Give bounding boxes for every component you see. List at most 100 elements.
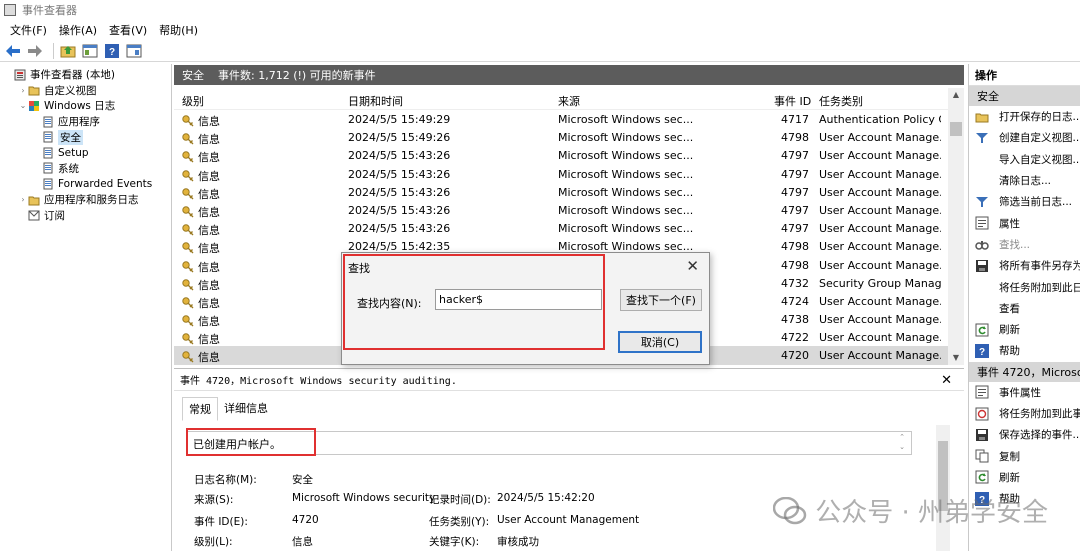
svg-text:?: ? — [979, 347, 985, 358]
tree-item[interactable]: Forwarded Events — [0, 176, 171, 192]
task-category-cell: User Account Manage... — [819, 349, 941, 363]
action-item[interactable]: 刷新 — [969, 319, 1080, 340]
column-level[interactable]: 级别 — [182, 93, 204, 109]
tree-item[interactable]: › 应用程序和服务日志 — [0, 192, 171, 208]
action-item[interactable]: 导入自定义视图... — [969, 149, 1080, 170]
refresh-icon — [975, 323, 989, 337]
blank-icon — [975, 174, 989, 188]
detail-tabs: 常规 详细信息 — [182, 397, 274, 421]
tree-item[interactable]: Setup — [0, 145, 171, 161]
information-key-icon — [182, 278, 194, 291]
show-hide-tree-icon[interactable] — [81, 42, 99, 60]
menu-action[interactable]: 操作(A) — [53, 22, 103, 38]
description-scroll-arrows-icon[interactable]: ⌃ ⌄ — [899, 432, 905, 452]
action-item[interactable]: 属性 — [969, 212, 1080, 233]
action-item[interactable]: 筛选当前日志... — [969, 191, 1080, 212]
menu-view[interactable]: 查看(V) — [103, 22, 153, 38]
column-task-category[interactable]: 任务类别 — [819, 93, 863, 109]
action-item[interactable]: 将任务附加到此事件... — [969, 403, 1080, 424]
table-row[interactable]: 信息 2024/5/5 15:49:29 Microsoft Windows sec… — [174, 110, 964, 128]
scroll-down-arrow-icon[interactable]: ▼ — [948, 351, 964, 365]
source-cell: Microsoft Windows sec... — [558, 185, 694, 199]
action-item[interactable]: 保存选择的事件... — [969, 424, 1080, 445]
actions-pane: 操作 安全 打开保存的日志... 创建自定义视图... 导入自定义视图... 清除日志… — [968, 64, 1080, 551]
action-item[interactable]: 查找... — [969, 234, 1080, 255]
action-item-label: 将任务附加到此日志... — [999, 281, 1080, 294]
menu-file[interactable]: 文件(F) — [4, 22, 53, 38]
navigation-tree: 事件查看器 (本地) › 自定义视图 ⌄ Windows 日志 应用程序 安全 Setup 系统… — [0, 64, 172, 551]
cancel-button[interactable]: 取消(C) — [618, 331, 702, 353]
tree-item[interactable]: 安全 — [0, 129, 171, 145]
action-item[interactable]: 将所有事件另存为... — [969, 255, 1080, 276]
actions-section-log[interactable]: 安全 — [969, 86, 1080, 106]
tree-item[interactable]: 系统 — [0, 161, 171, 177]
column-datetime[interactable]: 日期和时间 — [348, 93, 403, 109]
level-text: 信息 — [198, 296, 220, 310]
expand-chevron-icon[interactable]: › — [18, 86, 28, 95]
tree-item-label: 订阅 — [44, 209, 65, 222]
scroll-up-arrow-icon[interactable]: ▲ — [948, 88, 964, 102]
action-item-label: 查看 — [999, 302, 1020, 315]
forward-arrow-icon[interactable] — [26, 42, 44, 60]
table-row[interactable]: 信息 2024/5/5 15:43:26 Microsoft Windows sec… — [174, 183, 964, 201]
tree-item[interactable]: 事件查看器 (本地) — [0, 67, 171, 83]
source-label: 来源(S): — [194, 494, 234, 506]
table-row[interactable]: 信息 2024/5/5 15:43:26 Microsoft Windows sec… — [174, 219, 964, 237]
tree-item[interactable]: 应用程序 — [0, 114, 171, 130]
table-row[interactable]: 信息 2024/5/5 15:49:26 Microsoft Windows sec… — [174, 128, 964, 146]
action-item[interactable]: ? 帮助 — [969, 340, 1080, 361]
action-item[interactable]: 将任务附加到此日志... — [969, 276, 1080, 297]
action-item[interactable]: 复制 — [969, 445, 1080, 466]
information-key-icon — [182, 260, 194, 273]
help-icon[interactable]: ? — [103, 42, 121, 60]
event-id-cell: 4797 — [781, 149, 809, 163]
table-row[interactable]: 信息 2024/5/5 15:43:26 Microsoft Windows sec… — [174, 146, 964, 164]
find-next-button[interactable]: 查找下一个(F) — [620, 289, 702, 311]
expand-chevron-icon[interactable]: ⌄ — [18, 101, 28, 110]
task-icon — [975, 407, 989, 421]
back-arrow-icon[interactable] — [4, 42, 22, 60]
tab-details[interactable]: 详细信息 — [218, 397, 274, 421]
level-text: 信息 — [198, 242, 220, 256]
action-item[interactable]: 创建自定义视图... — [969, 127, 1080, 148]
show-action-pane-icon[interactable] — [125, 42, 143, 60]
logged-value: 2024/5/5 15:42:20 — [497, 492, 595, 504]
tree-item[interactable]: › 自定义视图 — [0, 83, 171, 99]
expand-chevron-icon[interactable]: › — [18, 195, 28, 204]
action-item[interactable]: 查看 — [969, 298, 1080, 319]
action-item-label: 打开保存的日志... — [999, 111, 1080, 124]
tree-item[interactable]: 订阅 — [0, 207, 171, 223]
level-cell: 信息 — [182, 149, 220, 165]
close-icon[interactable]: ✕ — [686, 257, 699, 275]
column-source[interactable]: 来源 — [558, 93, 580, 109]
action-item-label: 属性 — [999, 217, 1020, 230]
task-category-cell: User Account Manage... — [819, 331, 941, 345]
column-event-id[interactable]: 事件 ID — [774, 93, 811, 109]
tree-item-label: 系统 — [58, 162, 79, 175]
information-key-icon — [182, 206, 194, 218]
events-scrollbar-thumb[interactable] — [950, 122, 962, 136]
action-item-label: 导入自定义视图... — [999, 153, 1080, 166]
keywords-value: 审核成功 — [497, 536, 539, 548]
action-item[interactable]: 刷新 — [969, 467, 1080, 488]
task-category-cell: User Account Manage... — [819, 203, 941, 217]
action-item[interactable]: 事件属性 — [969, 382, 1080, 403]
watermark-text: 公众号 · 州弟学安全 — [815, 498, 1048, 528]
actions-section-event[interactable]: 事件 4720，Microsoft Windows security audit… — [969, 361, 1080, 382]
datetime-cell: 2024/5/5 15:49:26 — [348, 131, 451, 145]
refresh-icon — [975, 470, 989, 484]
close-icon[interactable]: ✕ — [941, 373, 952, 388]
tree-item-label: 自定义视图 — [44, 84, 97, 97]
tree-item[interactable]: ⌄ Windows 日志 — [0, 98, 171, 114]
tab-general[interactable]: 常规 — [182, 397, 218, 421]
menu-help[interactable]: 帮助(H) — [153, 22, 204, 38]
up-folder-icon[interactable] — [59, 42, 77, 60]
table-row[interactable]: 信息 2024/5/5 15:43:26 Microsoft Windows sec… — [174, 165, 964, 183]
action-item[interactable]: 清除日志... — [969, 170, 1080, 191]
find-what-input[interactable] — [435, 289, 602, 310]
tree-item-label: Windows 日志 — [44, 100, 116, 113]
table-row[interactable]: 信息 2024/5/5 15:43:26 Microsoft Windows sec… — [174, 201, 964, 219]
menu-bar: 文件(F) 操作(A) 查看(V) 帮助(H) — [0, 20, 1080, 40]
action-item[interactable]: 打开保存的日志... — [969, 106, 1080, 127]
action-item-label: 创建自定义视图... — [999, 132, 1080, 145]
